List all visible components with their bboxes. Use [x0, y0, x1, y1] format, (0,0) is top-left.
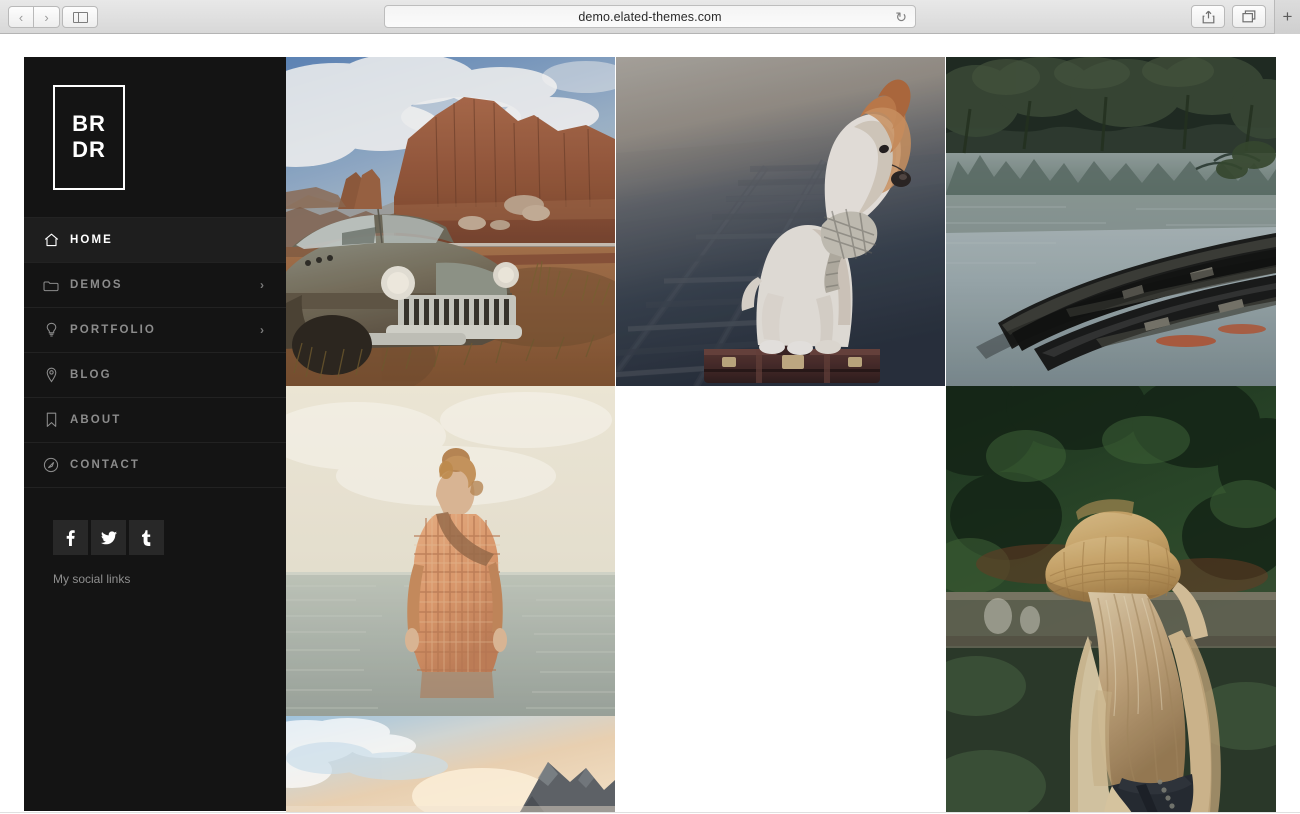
social-caption: My social links — [53, 572, 131, 586]
mountain-sunset-sky-image — [286, 716, 615, 812]
home-icon — [43, 232, 59, 248]
woman-by-the-sea-image — [286, 386, 615, 716]
sidebar-toggle-button[interactable] — [62, 6, 98, 28]
new-tab-button[interactable]: + — [1274, 0, 1300, 34]
dog-on-suitcase-image — [616, 57, 945, 386]
folder-icon — [43, 277, 59, 293]
nav-item-portfolio[interactable]: PORTFOLIO › — [24, 308, 286, 353]
grid-column-3 — [946, 57, 1276, 813]
share-icon — [1202, 10, 1214, 23]
sidebar-panel-icon — [72, 11, 88, 23]
nav-label-demos: DEMOS — [70, 279, 123, 291]
site-sidebar: BR DR HOME DEMOS › PORTFOLIO › BLOG ABOU… — [24, 57, 286, 811]
tile-woman-with-straw-hat[interactable] — [946, 386, 1276, 813]
facebook-icon — [66, 529, 75, 546]
forward-button[interactable]: › — [34, 6, 60, 28]
tile-canoes-on-lake[interactable] — [946, 57, 1276, 386]
logo-line-2: DR — [72, 137, 106, 162]
tile-dog-on-suitcase[interactable] — [616, 57, 945, 386]
chevron-right-icon-demos: › — [260, 278, 264, 292]
bulb-icon — [43, 322, 59, 338]
woman-with-straw-hat-image — [946, 386, 1276, 813]
portfolio-image-grid — [286, 57, 1276, 814]
reload-icon[interactable]: ↻ — [895, 10, 907, 24]
social-link-twitter[interactable] — [91, 520, 126, 555]
social-links-widget: My social links — [24, 488, 286, 586]
nav-item-demos[interactable]: DEMOS › — [24, 263, 286, 308]
nav-item-about[interactable]: ABOUT — [24, 398, 286, 443]
share-button[interactable] — [1191, 5, 1225, 28]
address-bar[interactable]: demo.elated-themes.com ↻ — [384, 5, 916, 28]
logo-box: BR DR — [53, 84, 125, 190]
nav-item-blog[interactable]: BLOG — [24, 353, 286, 398]
grid-column-2 — [616, 57, 945, 386]
map-pin-icon — [43, 367, 59, 383]
browser-toolbar: ‹ › demo.elated-themes.com ↻ + — [0, 0, 1300, 34]
show-tabs-button[interactable] — [1232, 5, 1266, 28]
url-text: demo.elated-themes.com — [578, 9, 722, 24]
social-buttons — [53, 520, 286, 555]
nav-label-portfolio: PORTFOLIO — [70, 324, 156, 336]
nav-label-home: HOME — [70, 234, 113, 246]
plus-icon: + — [1282, 7, 1293, 26]
nav-label-blog: BLOG — [70, 369, 112, 381]
forward-arrow-icon: › — [44, 9, 49, 25]
tile-vintage-car-desert[interactable] — [286, 57, 615, 386]
back-button[interactable]: ‹ — [8, 6, 34, 28]
logo-line-1: BR — [72, 111, 106, 137]
nav-item-contact[interactable]: CONTACT — [24, 443, 286, 488]
vintage-car-desert-image — [286, 57, 615, 386]
bookmark-icon — [43, 412, 59, 428]
tile-mountain-sunset-sky[interactable] — [286, 716, 615, 812]
page-viewport: BR DR HOME DEMOS › PORTFOLIO › BLOG ABOU… — [0, 34, 1300, 813]
social-link-facebook[interactable] — [53, 520, 88, 555]
chevron-right-icon-portfolio: › — [260, 323, 264, 337]
twitter-icon — [100, 530, 117, 544]
nav-item-home[interactable]: HOME — [24, 218, 286, 263]
history-nav-group: ‹ › — [8, 6, 60, 28]
nav-label-about: ABOUT — [70, 414, 122, 426]
site-logo[interactable]: BR DR — [24, 57, 286, 217]
toolbar-right-group — [1184, 5, 1266, 28]
tile-woman-by-the-sea[interactable] — [286, 386, 615, 716]
back-arrow-icon: ‹ — [18, 9, 24, 25]
tabs-overview-icon — [1242, 10, 1256, 23]
nav-label-contact: CONTACT — [70, 459, 141, 471]
main-navigation: HOME DEMOS › PORTFOLIO › BLOG ABOUT CONT… — [24, 217, 286, 488]
compass-icon — [43, 457, 59, 473]
canoes-on-lake-image — [946, 57, 1276, 386]
social-link-tumblr[interactable] — [129, 520, 164, 555]
tumblr-icon — [142, 529, 151, 546]
grid-column-1 — [286, 57, 615, 812]
